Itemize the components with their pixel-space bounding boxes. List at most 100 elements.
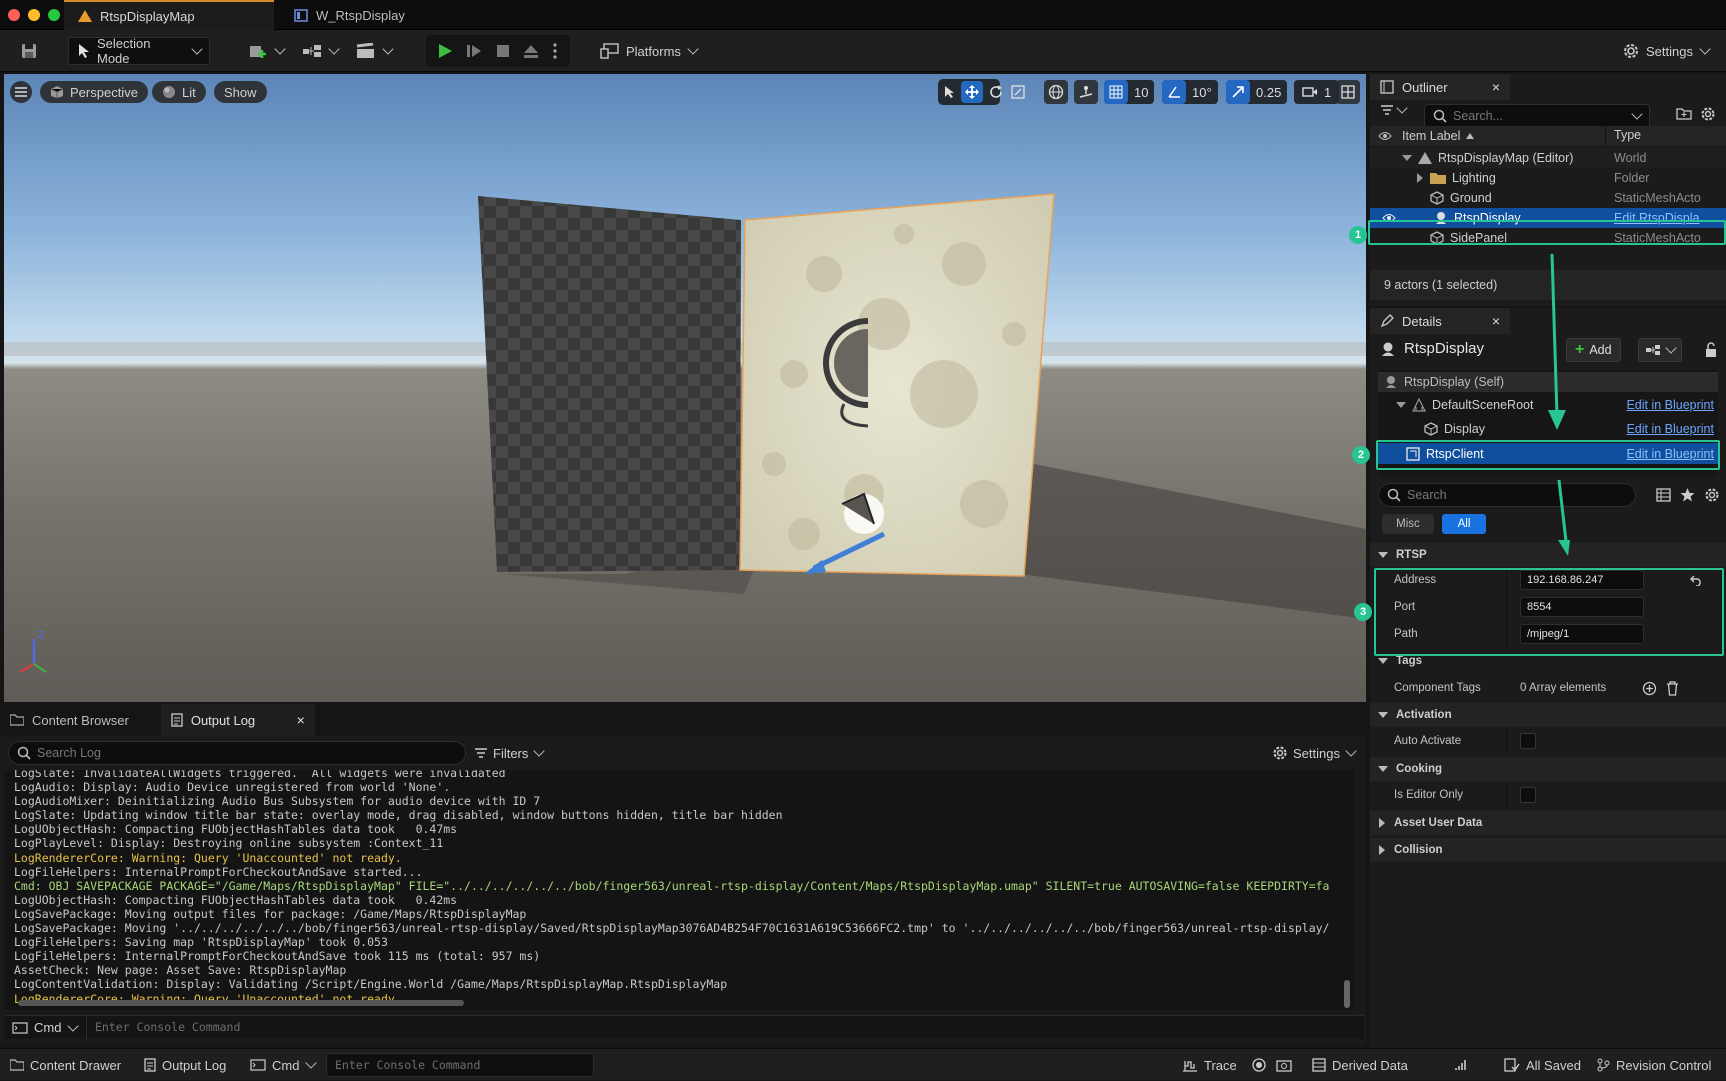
log-line: LogPlayLevel: Display: Destroying online… (14, 836, 444, 851)
section-asset-user-data[interactable]: Asset User Data (1370, 811, 1726, 835)
selection-mode-dropdown[interactable]: Selection Mode (68, 36, 210, 66)
trace-button[interactable]: Trace (1182, 1049, 1237, 1081)
all-saved-button[interactable]: All Saved (1504, 1049, 1581, 1081)
outliner-filter-button[interactable] (1380, 102, 1408, 116)
console-command-input[interactable]: Enter Console Command (86, 1015, 1364, 1040)
camera-speed-control[interactable]: 1 (1294, 80, 1340, 104)
add-actor-button[interactable] (240, 37, 292, 65)
rotate-tool-button[interactable] (986, 81, 1006, 103)
eject-button[interactable] (518, 37, 544, 65)
perspective-button[interactable]: Perspective (40, 81, 148, 103)
outliner-settings-gear-icon[interactable] (1700, 106, 1716, 122)
lock-icon[interactable] (1704, 342, 1718, 358)
outliner-search-input[interactable]: Search... (1424, 104, 1650, 128)
outliner-tab[interactable]: Outliner × (1370, 74, 1510, 100)
outliner-row-world[interactable]: RtspDisplayMap (Editor) World (1370, 148, 1726, 168)
world-local-toggle[interactable] (1044, 80, 1068, 104)
output-log-button[interactable]: Output Log (144, 1049, 226, 1081)
search-placeholder: Search... (1453, 109, 1504, 123)
grid-snap-control[interactable]: 10 (1104, 80, 1155, 104)
minimize-window-button[interactable] (28, 9, 40, 21)
layout-button[interactable] (1336, 80, 1360, 104)
filter-all-button[interactable]: All (1442, 514, 1486, 534)
edit-in-blueprint-link[interactable]: Edit in Blueprint (1626, 422, 1714, 436)
play-options-button[interactable] (548, 37, 562, 65)
status-cmd-dropdown[interactable]: Cmd (250, 1049, 318, 1081)
status-console-input[interactable]: Enter Console Command (326, 1053, 594, 1077)
show-button[interactable]: Show (214, 81, 267, 103)
add-element-icon[interactable] (1642, 681, 1657, 696)
advance-frame-button[interactable] (461, 37, 487, 65)
rotation-snap-control[interactable]: 10° (1162, 80, 1218, 104)
editor-only-checkbox[interactable] (1520, 787, 1536, 803)
network-icon[interactable] (1454, 1058, 1468, 1072)
derived-data-button[interactable]: Derived Data (1312, 1049, 1408, 1081)
blueprint-options-button[interactable] (1638, 338, 1682, 362)
tab-content-browser[interactable]: Content Browser (0, 704, 139, 736)
collapse-arrow-icon[interactable] (1396, 401, 1406, 409)
scale-tool-button[interactable] (1008, 81, 1028, 103)
column-type[interactable]: Type (1614, 128, 1641, 142)
trash-icon[interactable] (1666, 681, 1679, 696)
search-icon (1387, 488, 1401, 502)
content-drawer-button[interactable]: Content Drawer (10, 1049, 121, 1081)
add-component-button[interactable]: + Add (1566, 338, 1621, 362)
filters-dropdown[interactable]: Filters (474, 743, 546, 763)
log-output[interactable]: LogSlate: InvalidateAllWidgets triggered… (4, 770, 1354, 1010)
details-settings-gear-icon[interactable] (1704, 487, 1720, 503)
property-search-input[interactable]: Search (1378, 483, 1636, 507)
surface-snap-toggle[interactable] (1074, 80, 1098, 104)
expand-arrow-icon[interactable] (1416, 173, 1424, 183)
collapse-arrow-icon[interactable] (1402, 154, 1412, 162)
component-label: DefaultSceneRoot (1432, 398, 1534, 412)
close-icon[interactable]: × (297, 712, 305, 728)
outliner-row-ground[interactable]: Ground StaticMeshActo (1370, 188, 1726, 208)
lit-button[interactable]: Lit (152, 81, 206, 103)
property-matrix-icon[interactable] (1656, 488, 1671, 502)
screenshot-icon[interactable] (1276, 1058, 1292, 1072)
tab-rtsp-display-map[interactable]: RtspDisplayMap (64, 0, 274, 30)
play-button[interactable] (432, 37, 458, 65)
platforms-dropdown[interactable]: Platforms (592, 37, 705, 65)
level-viewport[interactable]: Z Perspective Lit Show 10 10° 0.25 1 (4, 74, 1366, 702)
filter-misc-button[interactable]: Misc (1382, 514, 1434, 534)
cinematics-button[interactable] (348, 37, 400, 65)
edit-in-blueprint-link[interactable]: Edit in Blueprint (1626, 398, 1714, 412)
zoom-window-button[interactable] (48, 9, 60, 21)
stop-button[interactable] (490, 37, 516, 65)
section-cooking[interactable]: Cooking (1370, 757, 1726, 781)
column-item-label[interactable]: Item Label (1402, 129, 1460, 143)
tab-w-rtsp-display[interactable]: W_RtspDisplay (280, 0, 419, 30)
details-title: Details (1402, 313, 1442, 329)
close-window-button[interactable] (8, 9, 20, 21)
settings-dropdown[interactable]: Settings (1614, 37, 1717, 65)
auto-activate-checkbox[interactable] (1520, 733, 1536, 749)
outliner-row-lighting[interactable]: Lighting Folder (1370, 168, 1726, 188)
new-folder-button[interactable] (1676, 106, 1692, 120)
search-log-input[interactable]: Search Log (8, 741, 466, 765)
visibility-eye-icon[interactable] (1378, 131, 1392, 141)
section-activation[interactable]: Activation (1370, 703, 1726, 727)
translate-tool-button[interactable] (961, 81, 983, 103)
log-horizontal-scrollbar[interactable] (18, 1000, 464, 1006)
cmd-dropdown[interactable]: Cmd (4, 1016, 86, 1040)
close-icon[interactable]: × (1492, 79, 1500, 95)
filter-all-label: All (1457, 518, 1471, 530)
scene-render (4, 193, 1366, 673)
scale-snap-control[interactable]: 0.25 (1226, 80, 1288, 104)
log-settings-dropdown[interactable]: Settings (1272, 743, 1357, 763)
tab-output-log[interactable]: Output Log × (160, 704, 315, 736)
close-icon[interactable]: × (1492, 313, 1500, 329)
settings-label: Settings (1646, 43, 1693, 59)
select-tool-button[interactable] (940, 81, 960, 103)
details-tab[interactable]: Details × (1370, 308, 1510, 334)
save-button[interactable] (12, 37, 46, 65)
viewport-menu-button[interactable] (10, 81, 32, 103)
blueprints-button[interactable] (294, 37, 346, 65)
revision-control-button[interactable]: Revision Control (1596, 1049, 1711, 1081)
favorite-star-icon[interactable] (1680, 487, 1695, 502)
outliner-title: Outliner (1402, 79, 1448, 95)
section-collision[interactable]: Collision (1370, 838, 1726, 862)
log-vertical-scrollbar[interactable] (1344, 980, 1350, 1008)
record-icon[interactable] (1252, 1058, 1266, 1072)
